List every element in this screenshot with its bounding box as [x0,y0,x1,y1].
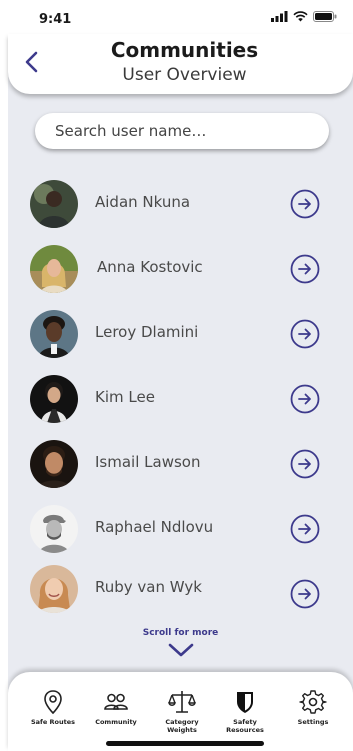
people-icon [104,693,128,710]
status-bar: 9:41 [0,0,353,34]
nav-community[interactable]: Community [86,672,146,738]
user-row[interactable]: Aidan Nkuna [8,179,353,229]
home-indicator [106,741,264,746]
scroll-hint[interactable]: Scroll for more [8,628,353,657]
bottom-nav: Safe Routes Community Category Weights S… [8,672,353,751]
page-title: Communities [110,38,259,62]
battery-icon [313,11,337,22]
chevron-down-icon [168,643,194,657]
user-row[interactable]: Raphael Ndlovu [8,504,353,554]
user-name: Raphael Ndlovu [95,518,214,536]
signal-icon [271,11,288,22]
avatar [30,375,78,423]
arrow-right-circle-icon[interactable] [290,514,320,544]
header: Communities User Overview [8,34,353,94]
user-name: Anna Kostovic [97,258,203,276]
search-bar [35,113,329,149]
nav-safety-resources[interactable]: Safety Resources [215,672,275,738]
wifi-icon [293,11,308,22]
avatar [30,310,78,358]
nav-settings[interactable]: Settings [283,672,343,738]
arrow-right-circle-icon[interactable] [290,579,320,609]
user-row[interactable]: Leroy Dlamini [8,309,353,359]
search-input[interactable] [53,121,307,141]
nav-label: Community [95,718,137,726]
user-row[interactable]: Ruby van Wyk [8,564,353,614]
avatar [30,505,78,553]
user-name: Ruby van Wyk [95,578,202,596]
nav-label: Safe Routes [30,718,76,726]
status-time: 9:41 [39,12,72,27]
gear-icon [299,690,327,714]
communities-screen: 9:41 Communities User Overview Search us… [0,0,353,751]
nav-safe-routes[interactable]: Safe Routes [23,672,83,738]
status-icons [271,11,337,22]
arrow-right-circle-icon[interactable] [290,384,320,414]
user-name: Aidan Nkuna [95,193,191,211]
page-subtitle: User Overview [122,65,247,85]
avatar [30,180,78,228]
avatar [30,440,78,488]
scroll-hint-label: Scroll for more [142,628,219,638]
scale-icon [168,691,196,713]
shield-icon [237,692,253,713]
user-name: Kim Lee [95,388,155,406]
avatar [30,565,78,613]
location-pin-icon [44,690,62,715]
arrow-right-circle-icon[interactable] [290,449,320,479]
avatar [30,245,78,293]
nav-label: Safety Resources [226,718,264,734]
user-row[interactable]: Ismail Lawson [8,439,353,489]
arrow-right-circle-icon[interactable] [290,319,320,349]
nav-label: Category Weights [165,718,199,734]
arrow-right-circle-icon[interactable] [290,254,320,284]
user-name: Leroy Dlamini [95,323,199,341]
user-list-panel: Aidan Nkuna Anna Kostovic [8,60,353,692]
user-row[interactable]: Anna Kostovic [8,244,353,294]
arrow-right-circle-icon[interactable] [290,189,320,219]
nav-category-weights[interactable]: Category Weights [152,672,212,738]
nav-label: Settings [297,718,329,726]
user-row[interactable]: Kim Lee [8,374,353,424]
user-name: Ismail Lawson [95,453,201,471]
